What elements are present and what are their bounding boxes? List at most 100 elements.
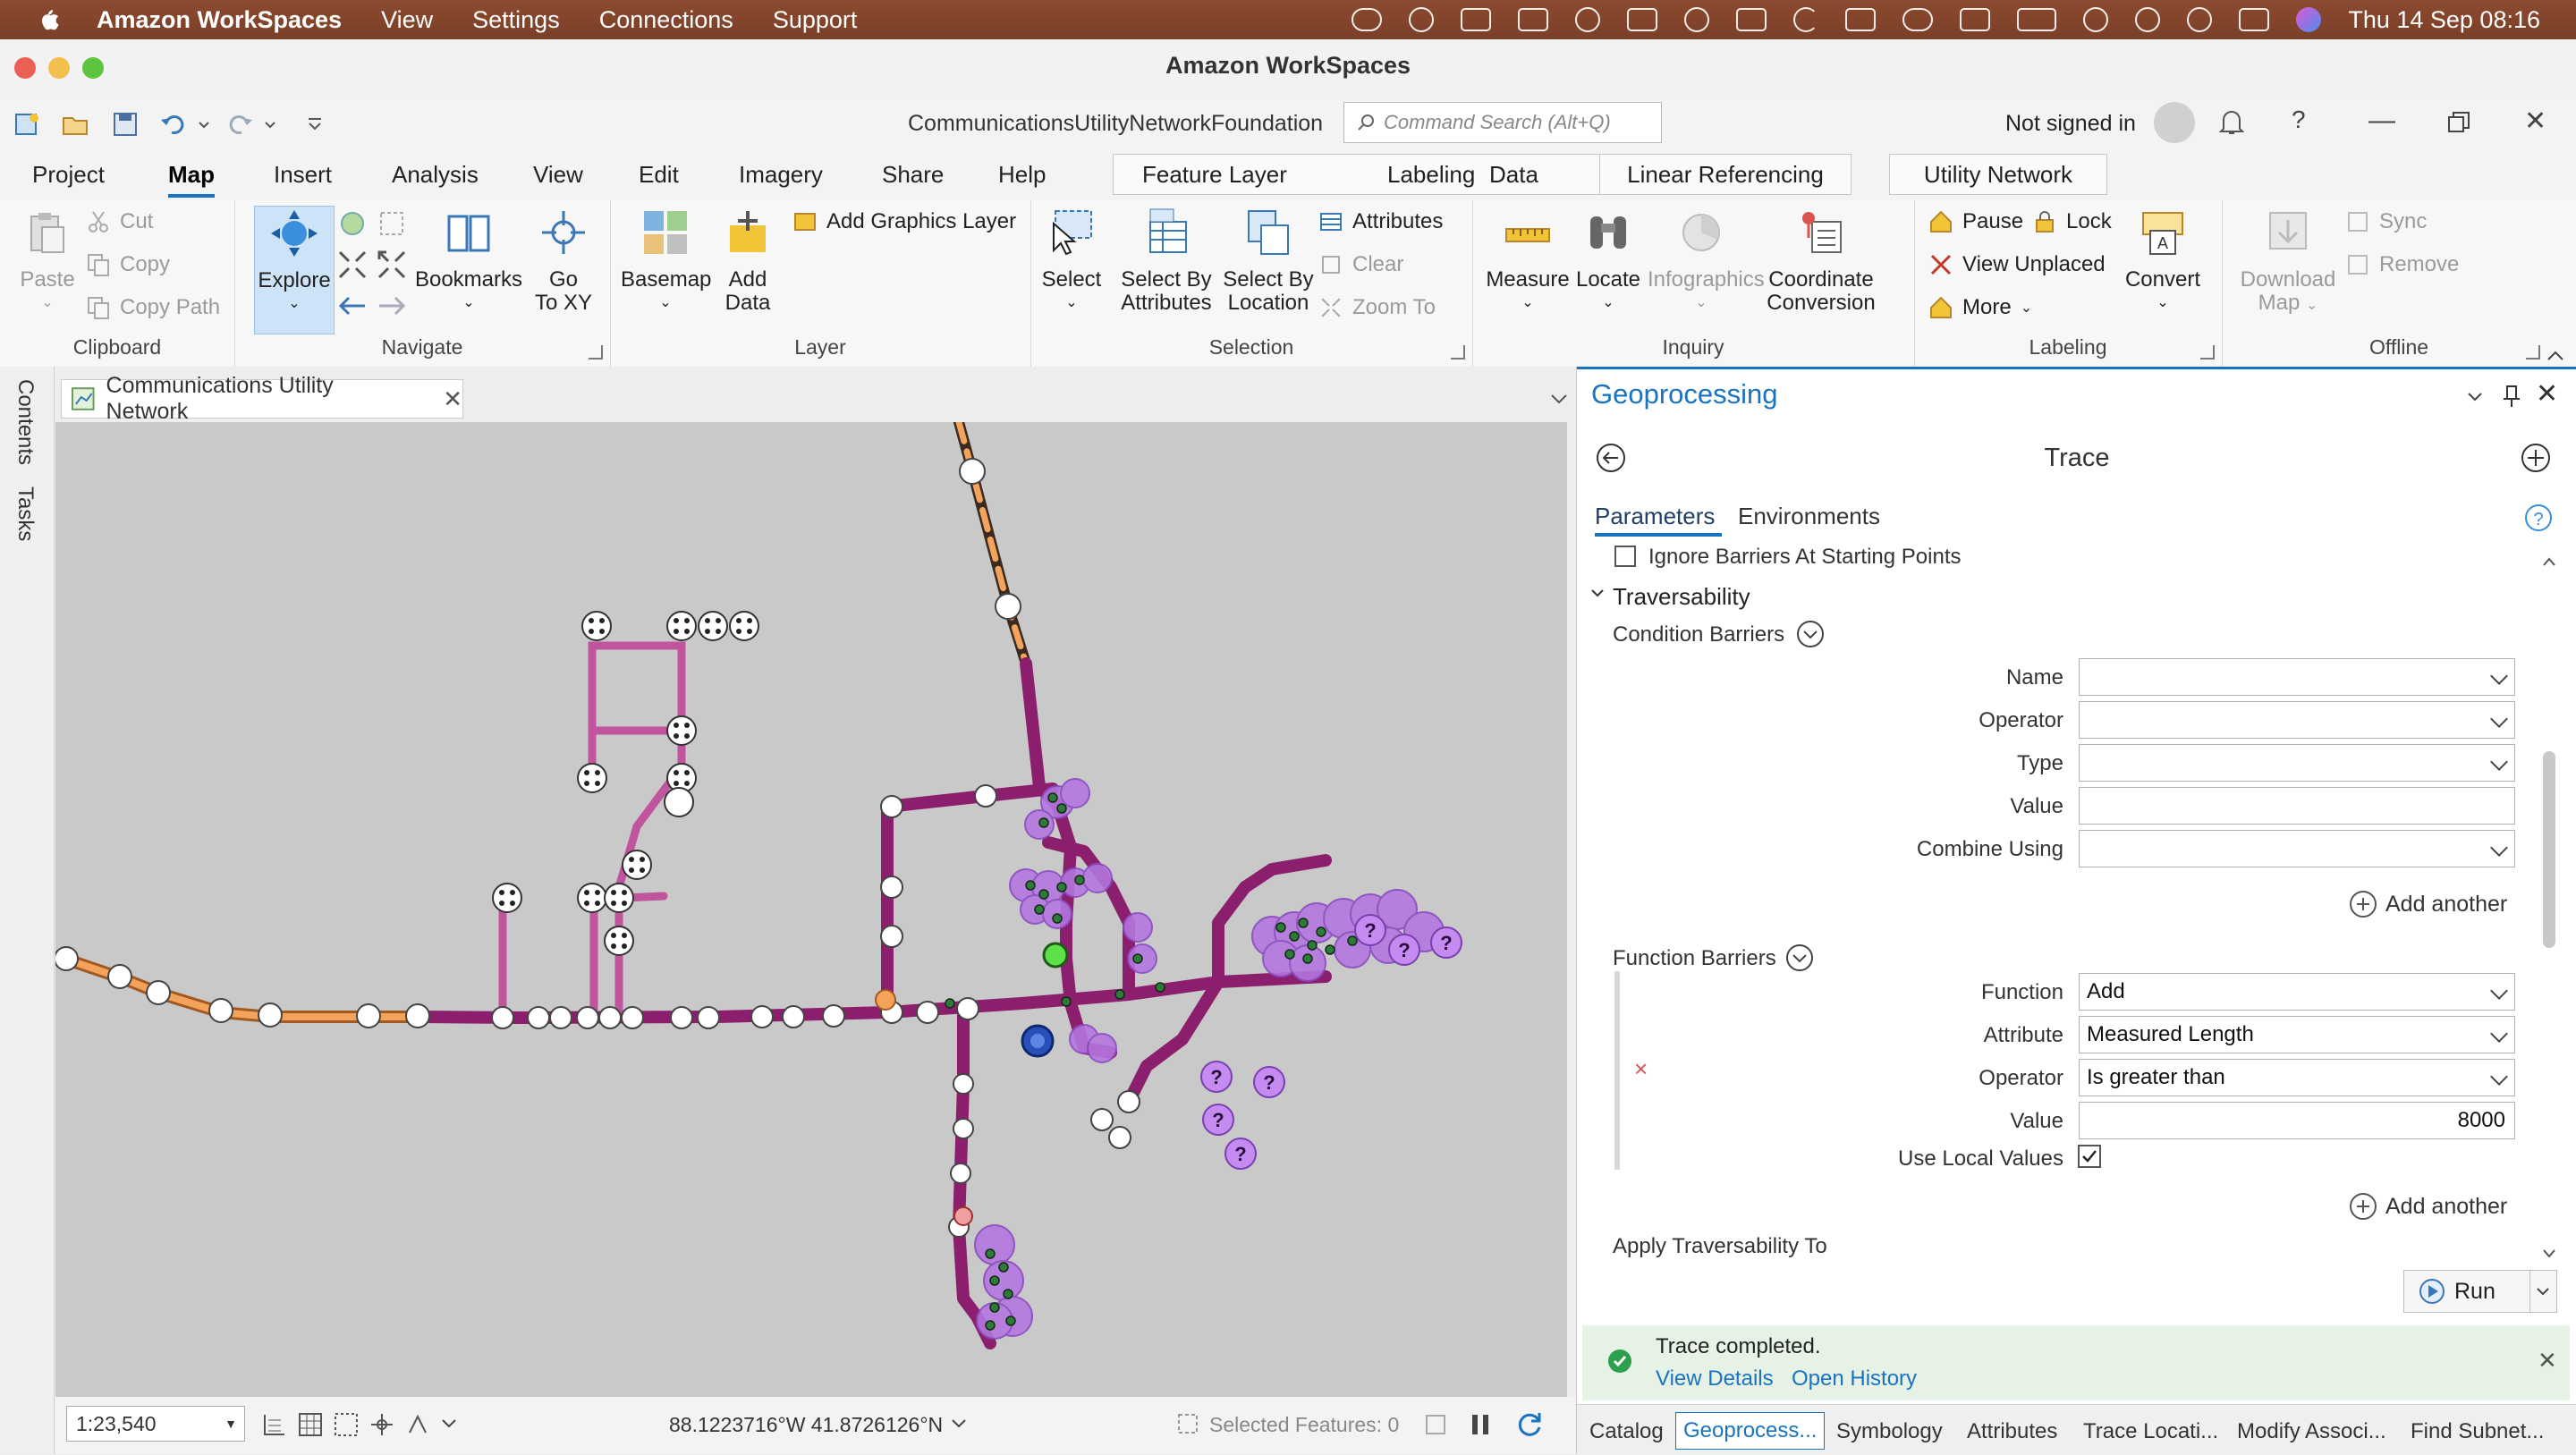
- undo-icon[interactable]: [159, 111, 188, 138]
- tab-geoprocessing[interactable]: Geoprocess...: [1675, 1412, 1826, 1450]
- save-project-icon[interactable]: [111, 111, 140, 138]
- control-center-icon[interactable]: [2239, 8, 2270, 31]
- use-local-values-checkbox[interactable]: [2078, 1145, 2101, 1168]
- tab-find-subnetworks[interactable]: Find Subnet...: [2411, 1419, 2544, 1444]
- command-search-input[interactable]: Command Search (Alt+Q): [1343, 102, 1662, 143]
- tab-insert[interactable]: Insert: [274, 161, 332, 189]
- add-data-button[interactable]: Add Data: [714, 207, 782, 315]
- full-extent-icon[interactable]: [336, 207, 369, 240]
- restore-app-icon[interactable]: [2447, 111, 2470, 134]
- coordinate-conversion-button[interactable]: Coordinate Conversion: [1758, 207, 1884, 315]
- function-select[interactable]: Add: [2079, 973, 2515, 1011]
- tab-trace-locations[interactable]: Trace Locati...: [2083, 1419, 2218, 1444]
- dropbox-icon[interactable]: [1461, 8, 1492, 31]
- rotation-icon[interactable]: [404, 1411, 431, 1438]
- snapping-grid-icon[interactable]: [333, 1411, 360, 1438]
- user-avatar-icon[interactable]: [2154, 102, 2195, 143]
- function-operator-select[interactable]: Is greater than: [2079, 1059, 2515, 1096]
- map-tab-overflow-icon[interactable]: [1549, 392, 1569, 406]
- scale-dropdown-icon[interactable]: ▼: [225, 1417, 237, 1431]
- dismiss-status-icon[interactable]: ✕: [2538, 1347, 2557, 1375]
- tab-utility-network[interactable]: Utility Network: [1889, 154, 2107, 195]
- labeling-launcher-icon[interactable]: [2200, 345, 2215, 360]
- next-extent-icon[interactable]: [376, 290, 408, 322]
- scrollbar-thumb[interactable]: [2543, 751, 2555, 948]
- paste-button[interactable]: Paste ⌄: [13, 207, 82, 315]
- select-by-location-button[interactable]: Select By Location: [1220, 207, 1317, 315]
- condition-name-select[interactable]: [2079, 658, 2515, 696]
- fixed-zoom-in-icon[interactable]: [336, 249, 369, 281]
- function-add-another-button[interactable]: Add another: [2350, 1193, 2507, 1220]
- at-sign-icon[interactable]: [1409, 7, 1435, 32]
- device-point[interactable]: [953, 1206, 973, 1226]
- sync-status-icon[interactable]: [1575, 7, 1601, 32]
- sync-button[interactable]: Sync: [2345, 209, 2427, 234]
- keyboard-icon[interactable]: [1845, 8, 1877, 31]
- labeling-more-button[interactable]: More ⌄: [1928, 295, 2032, 320]
- tab-map[interactable]: Map: [168, 161, 215, 198]
- run-button[interactable]: Run: [2403, 1270, 2530, 1313]
- tab-view[interactable]: View: [533, 161, 583, 189]
- measure-button[interactable]: Measure ⌄: [1485, 207, 1571, 315]
- cut-button[interactable]: Cut: [86, 209, 153, 234]
- notifications-bell-icon[interactable]: [2218, 106, 2245, 138]
- lock-labels-button[interactable]: Lock: [2032, 209, 2112, 234]
- condition-operator-select[interactable]: [2079, 701, 2515, 739]
- subnet-controller-point[interactable]: [875, 989, 896, 1011]
- copy-button[interactable]: Copy: [86, 252, 170, 277]
- pin-pane-icon[interactable]: [2502, 384, 2521, 409]
- parameters-scrollbar[interactable]: [2538, 554, 2561, 1261]
- basemap-button[interactable]: Basemap ⌄: [621, 207, 711, 315]
- collapse-ribbon-icon[interactable]: [2546, 347, 2565, 363]
- tool-help-icon[interactable]: ?: [2523, 503, 2554, 533]
- acrobat-icon[interactable]: [1736, 8, 1767, 31]
- zoom-to-selection-button[interactable]: Zoom To: [1318, 295, 1436, 320]
- offline-launcher-icon[interactable]: [2526, 345, 2540, 360]
- previous-extent-icon[interactable]: [336, 290, 369, 322]
- tasks-pane-tab[interactable]: Tasks: [13, 486, 38, 541]
- grid-tool-icon[interactable]: [261, 1411, 288, 1438]
- go-to-xy-button[interactable]: Go To XY: [528, 207, 599, 315]
- table-grid-icon[interactable]: [297, 1411, 324, 1438]
- tool-options-plus-icon[interactable]: [2520, 442, 2552, 474]
- tab-feature-layer[interactable]: Feature Layer: [1142, 161, 1287, 189]
- menubar-datetime[interactable]: Thu 14 Sep 08:16: [2348, 6, 2540, 34]
- pane-options-icon[interactable]: [2466, 391, 2484, 403]
- tab-imagery[interactable]: Imagery: [739, 161, 823, 189]
- snapping-icon[interactable]: [369, 1411, 395, 1438]
- menu-app-name[interactable]: Amazon WorkSpaces: [97, 6, 342, 34]
- fixed-zoom-out-icon[interactable]: [376, 249, 408, 281]
- copy-path-button[interactable]: Copy Path: [86, 295, 220, 320]
- refresh-icon[interactable]: [1515, 1409, 1544, 1438]
- tab-help[interactable]: Help: [998, 161, 1046, 189]
- outlook-icon[interactable]: [1518, 8, 1549, 31]
- close-map-tab-icon[interactable]: ✕: [443, 385, 462, 413]
- close-pane-icon[interactable]: ✕: [2536, 378, 2558, 410]
- attribute-select[interactable]: Measured Length: [2079, 1016, 2515, 1053]
- map-canvas[interactable]: ???? ???: [55, 422, 1567, 1397]
- tab-linear-referencing[interactable]: Linear Referencing: [1599, 154, 1852, 195]
- redo-dropdown-icon[interactable]: [263, 111, 277, 138]
- tab-analysis[interactable]: Analysis: [392, 161, 479, 189]
- menu-settings[interactable]: Settings: [472, 6, 560, 34]
- redo-icon[interactable]: [225, 111, 254, 138]
- scroll-down-icon[interactable]: [2541, 1247, 2557, 1261]
- siri-icon[interactable]: [2296, 7, 2322, 32]
- menu-connections[interactable]: Connections: [599, 6, 733, 34]
- attributes-button[interactable]: Attributes: [1318, 209, 1443, 234]
- pause-labeling-button[interactable]: Pause: [1928, 209, 2023, 234]
- tab-catalog[interactable]: Catalog: [1589, 1419, 1664, 1444]
- function-barriers-expand-icon[interactable]: [1784, 943, 1815, 973]
- tab-symbology[interactable]: Symbology: [1836, 1419, 1943, 1444]
- moon-icon[interactable]: [1793, 7, 1819, 32]
- function-value-input[interactable]: 8000: [2079, 1102, 2515, 1139]
- sign-in-status[interactable]: Not signed in: [2005, 111, 2136, 137]
- cloud-icon[interactable]: [1352, 8, 1383, 31]
- condition-value-input[interactable]: [2079, 787, 2515, 825]
- menu-support[interactable]: Support: [773, 6, 858, 34]
- run-options-dropdown[interactable]: [2530, 1270, 2557, 1313]
- utility-network-map[interactable]: ???? ???: [55, 422, 1567, 1397]
- view-details-link[interactable]: View Details: [1656, 1366, 1774, 1392]
- pause-drawing-icon[interactable]: [1469, 1411, 1492, 1438]
- tab-project[interactable]: Project: [32, 161, 105, 189]
